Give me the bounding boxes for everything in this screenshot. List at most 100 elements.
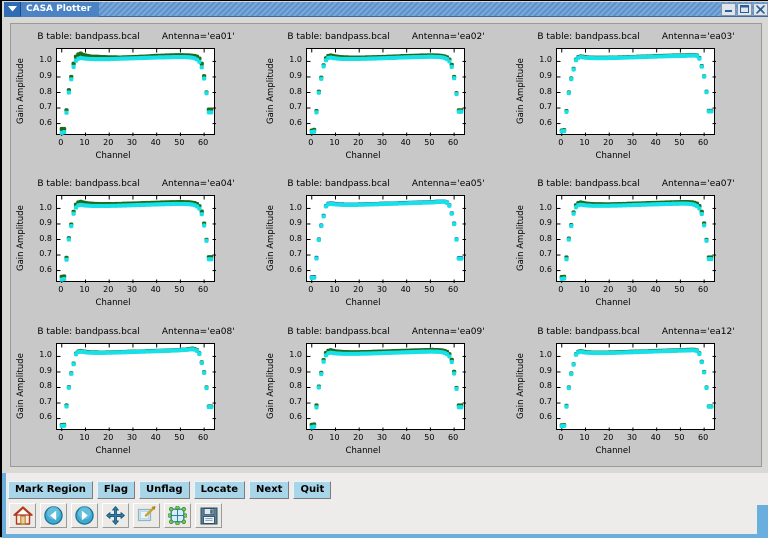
subplot-ea01[interactable]: B table: bandpass.bcalAntenna='ea01'Gain… bbox=[11, 30, 261, 177]
subplot-ea08[interactable]: B table: bandpass.bcalAntenna='ea08'Gain… bbox=[11, 325, 261, 467]
y-tick-label: 0.7 bbox=[528, 102, 552, 111]
x-tick-label: 10 bbox=[72, 433, 96, 442]
home-button[interactable] bbox=[9, 503, 36, 528]
x-axis-label: Channel bbox=[11, 151, 215, 161]
close-button[interactable] bbox=[753, 3, 768, 16]
y-axis-label: Gain Amplitude bbox=[516, 50, 526, 133]
back-arrow-button[interactable] bbox=[40, 503, 67, 528]
y-tick-label: 1.0 bbox=[278, 350, 302, 359]
x-tick-label: 20 bbox=[596, 138, 620, 147]
window-menu-button[interactable] bbox=[4, 2, 21, 16]
axes-area[interactable] bbox=[56, 195, 215, 282]
x-tick-label: 40 bbox=[144, 285, 168, 294]
x-tick-label: 50 bbox=[667, 138, 691, 147]
y-axis-label: Gain Amplitude bbox=[266, 345, 276, 428]
series-L bbox=[60, 55, 214, 135]
forward-arrow-button[interactable] bbox=[71, 503, 98, 528]
x-tick-label: 10 bbox=[322, 285, 346, 294]
axes-area[interactable] bbox=[556, 48, 715, 135]
subplot-ea12[interactable]: B table: bandpass.bcalAntenna='ea12'Gain… bbox=[511, 325, 761, 467]
y-tick-label: 0.6 bbox=[28, 118, 52, 127]
axes-area[interactable] bbox=[556, 343, 715, 430]
x-tick-label: 50 bbox=[167, 285, 191, 294]
x-tick-label: 10 bbox=[322, 433, 346, 442]
pan-button[interactable] bbox=[102, 503, 129, 528]
x-tick-label: 50 bbox=[167, 433, 191, 442]
subplot-table-label: B table: bandpass.bcal bbox=[537, 327, 640, 337]
x-tick-label: 0 bbox=[549, 138, 573, 147]
series-R bbox=[60, 52, 214, 132]
subplot-antenna-label: Antenna='ea01' bbox=[162, 32, 235, 42]
x-tick-label: 0 bbox=[549, 433, 573, 442]
window-bottom-edge bbox=[2, 534, 768, 538]
zoom-rect-button[interactable] bbox=[133, 503, 160, 528]
series-R bbox=[310, 200, 464, 280]
x-tick-label: 10 bbox=[72, 138, 96, 147]
subplot-ea04[interactable]: B table: bandpass.bcalAntenna='ea04'Gain… bbox=[11, 177, 261, 324]
subplot-antenna-label: Antenna='ea05' bbox=[412, 179, 485, 189]
y-tick-label: 0.6 bbox=[528, 265, 552, 274]
plot-canvas[interactable]: B table: bandpass.bcal Antenna='ea01' Gain… bbox=[10, 23, 762, 467]
x-tick-label: 40 bbox=[394, 285, 418, 294]
y-tick-label: 0.6 bbox=[278, 118, 302, 127]
series-R bbox=[560, 53, 714, 133]
quit-button[interactable]: Quit bbox=[293, 481, 331, 499]
axes-area[interactable] bbox=[306, 343, 465, 430]
navigation-toolbar bbox=[9, 503, 222, 528]
flag-button[interactable]: Flag bbox=[97, 481, 135, 499]
y-tick-label: 0.6 bbox=[28, 265, 52, 274]
maximize-icon bbox=[740, 5, 749, 13]
subplot-ea02[interactable]: B table: bandpass.bcalAntenna='ea02'Gain… bbox=[261, 30, 511, 177]
axes-area[interactable] bbox=[56, 343, 215, 430]
back-arrow-icon bbox=[44, 506, 63, 525]
x-tick-label: 30 bbox=[620, 285, 644, 294]
series-L bbox=[560, 53, 714, 133]
axes-area[interactable] bbox=[306, 48, 465, 135]
x-tick-label: 20 bbox=[96, 433, 120, 442]
configure-subplots-button[interactable] bbox=[164, 503, 191, 528]
axes-area[interactable] bbox=[306, 195, 465, 282]
maximize-button[interactable] bbox=[737, 3, 752, 16]
x-tick-label: 50 bbox=[667, 433, 691, 442]
minimize-button[interactable] bbox=[721, 3, 736, 16]
subplot-antenna-label: Antenna='ea12' bbox=[662, 327, 735, 337]
control-panel: Mark RegionFlagUnflagLocateNextQuit bbox=[4, 473, 768, 537]
y-tick-label: 1.0 bbox=[278, 55, 302, 64]
x-tick-label: 50 bbox=[417, 285, 441, 294]
casa-plotter-window: CASA Plotter B table: bandpass. bbox=[0, 0, 768, 537]
axes-area[interactable] bbox=[556, 195, 715, 282]
window-controls bbox=[721, 3, 768, 16]
x-tick-label: 40 bbox=[394, 138, 418, 147]
x-tick-label: 30 bbox=[120, 138, 144, 147]
locate-button[interactable]: Locate bbox=[194, 481, 245, 499]
x-tick-label: 30 bbox=[620, 138, 644, 147]
save-button[interactable] bbox=[195, 503, 222, 528]
y-tick-label: 1.0 bbox=[528, 203, 552, 212]
subplot-title-ea12: B table: bandpass.bcal Antenna='ea12' bbox=[511, 327, 761, 337]
x-tick-label: 0 bbox=[299, 433, 323, 442]
series-R bbox=[310, 53, 464, 132]
close-icon bbox=[756, 5, 765, 14]
subplot-ea07[interactable]: B table: bandpass.bcalAntenna='ea07'Gain… bbox=[511, 177, 761, 324]
unflag-button[interactable]: Unflag bbox=[139, 481, 190, 499]
y-tick-label: 0.7 bbox=[278, 397, 302, 406]
x-axis-label: Channel bbox=[11, 446, 215, 456]
subplot-ea09[interactable]: B table: bandpass.bcalAntenna='ea09'Gain… bbox=[261, 325, 511, 467]
next-button[interactable]: Next bbox=[249, 481, 289, 499]
x-tick-label: 30 bbox=[370, 138, 394, 147]
subplot-title-ea08: B table: bandpass.bcalAntenna='ea08' bbox=[11, 327, 261, 337]
subplot-ea03[interactable]: B table: bandpass.bcalAntenna='ea03'Gain… bbox=[511, 30, 761, 177]
subplot-table-label: B table: bandpass.bcal bbox=[37, 327, 140, 337]
x-tick-label: 50 bbox=[667, 285, 691, 294]
y-tick-label: 0.9 bbox=[28, 218, 52, 227]
data-plot bbox=[557, 196, 716, 283]
x-tick-label: 60 bbox=[691, 433, 715, 442]
x-tick-label: 0 bbox=[549, 285, 573, 294]
subplot-title-ea02: B table: bandpass.bcalAntenna='ea02' bbox=[261, 32, 511, 42]
subplot-ea05[interactable]: B table: bandpass.bcalAntenna='ea05'Gain… bbox=[261, 177, 511, 324]
axes-area[interactable] bbox=[56, 48, 215, 135]
y-tick-label: 0.8 bbox=[528, 234, 552, 243]
x-axis-label: Channel bbox=[261, 151, 465, 161]
mark-region-button[interactable]: Mark Region bbox=[8, 481, 93, 499]
series-L bbox=[60, 202, 214, 282]
